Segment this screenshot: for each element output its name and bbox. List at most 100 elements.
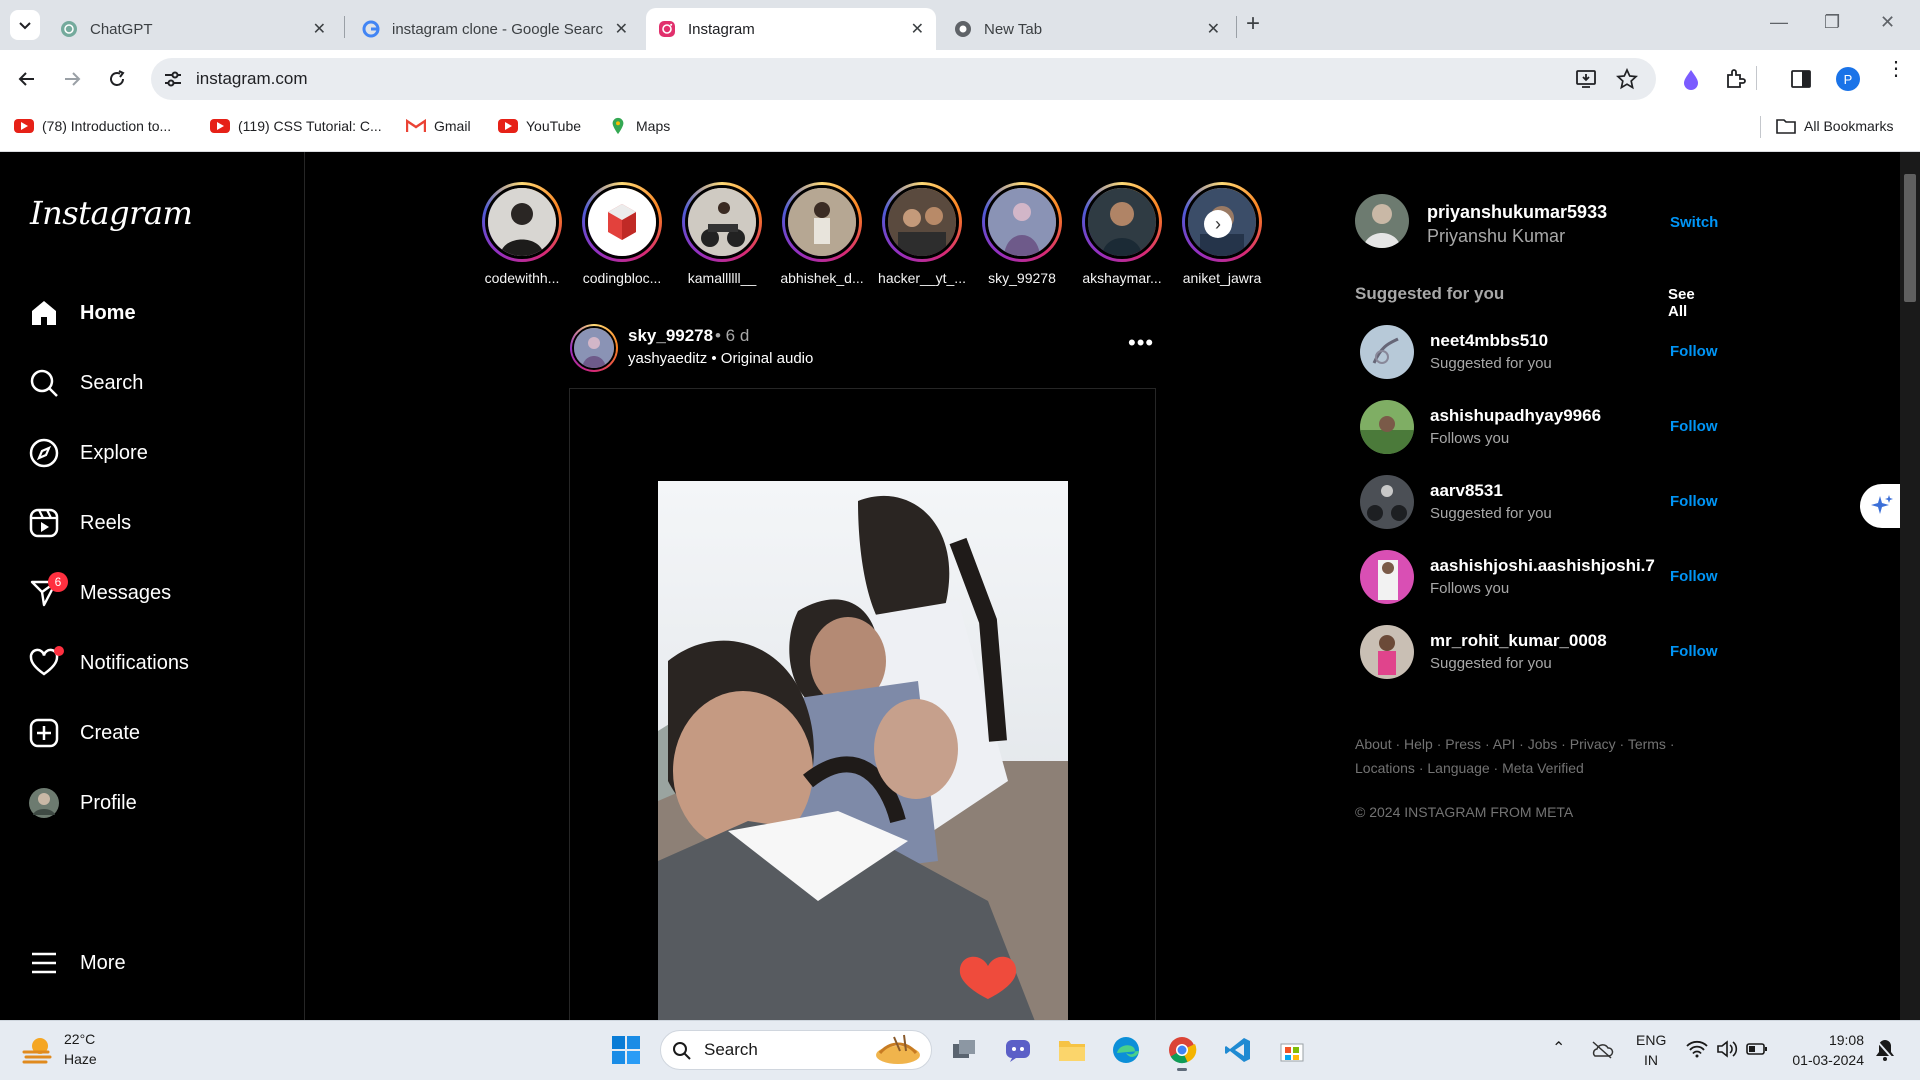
close-icon[interactable]: ✕	[313, 19, 326, 39]
tab-divider	[344, 16, 345, 38]
avatar[interactable]	[1360, 400, 1414, 454]
follow-button[interactable]: Follow	[1670, 643, 1718, 660]
extensions-icon[interactable]	[1724, 68, 1746, 90]
menu-kebab-icon[interactable]: ⋮	[1886, 59, 1906, 79]
story-item[interactable]: akshaymar...	[1072, 182, 1172, 286]
post-author-username[interactable]: sky_99278	[628, 326, 713, 346]
close-window-button[interactable]: ✕	[1880, 12, 1895, 33]
post-author-avatar[interactable]	[570, 324, 618, 372]
footer-links-row[interactable]: About · Help · Press · API · Jobs · Priv…	[1355, 736, 1674, 752]
sidebar-item-home[interactable]: Home	[28, 288, 278, 338]
sidebar-item-notifications[interactable]: Notifications	[28, 638, 278, 688]
weather-haze-icon[interactable]	[20, 1032, 56, 1068]
ai-assistant-button[interactable]	[1860, 484, 1900, 528]
clock-time[interactable]: 19:08	[1784, 1032, 1864, 1048]
back-button[interactable]	[12, 64, 42, 94]
reload-button[interactable]	[102, 64, 132, 94]
tab-new-tab[interactable]: New Tab ✕	[942, 8, 1232, 50]
tray-chevron-up-icon[interactable]: ⌃	[1552, 1038, 1565, 1058]
language-code[interactable]: ENG	[1636, 1032, 1666, 1048]
tab-instagram[interactable]: Instagram ✕	[646, 8, 936, 50]
instagram-logo[interactable]: Instagram	[30, 194, 193, 232]
windows-start-icon[interactable]	[610, 1034, 642, 1066]
story-username: aniket_jawra	[1182, 270, 1262, 286]
microsoft-store-icon[interactable]	[1276, 1034, 1308, 1066]
notification-bell-icon[interactable]	[1874, 1038, 1896, 1062]
current-user-username[interactable]: priyanshukumar5933	[1427, 202, 1607, 223]
suggestion-username[interactable]: ashishupadhyay9966	[1430, 406, 1601, 426]
follow-button[interactable]: Follow	[1670, 568, 1718, 585]
wifi-icon[interactable]	[1686, 1040, 1708, 1058]
onedrive-offline-icon[interactable]	[1590, 1040, 1614, 1060]
tab-search-button[interactable]	[10, 10, 40, 40]
battery-icon[interactable]	[1746, 1042, 1768, 1056]
site-info-icon[interactable]	[163, 70, 183, 88]
new-tab-button[interactable]: +	[1246, 10, 1260, 38]
sidebar-item-create[interactable]: Create	[28, 708, 278, 758]
avatar[interactable]	[1360, 550, 1414, 604]
close-icon[interactable]: ✕	[615, 19, 628, 39]
post-more-icon[interactable]: •••	[1128, 330, 1154, 356]
file-explorer-icon[interactable]	[1056, 1034, 1088, 1066]
bookmark-item[interactable]: (78) Introduction to...	[14, 116, 171, 136]
story-item[interactable]: hacker__yt_...	[872, 182, 972, 286]
restore-button[interactable]: ❐	[1824, 12, 1840, 33]
sidebar-item-search[interactable]: Search	[28, 358, 278, 408]
weather-temperature[interactable]: 22°C	[64, 1031, 95, 1047]
profile-avatar-button[interactable]: P	[1836, 67, 1860, 91]
follow-button[interactable]: Follow	[1670, 343, 1718, 360]
sidebar-item-messages[interactable]: 6 Messages	[28, 568, 278, 618]
extension-drop-icon[interactable]	[1680, 68, 1702, 90]
sidebar-item-profile[interactable]: Profile	[28, 778, 278, 828]
clock-date[interactable]: 01-03-2024	[1774, 1052, 1864, 1068]
star-icon[interactable]	[1616, 68, 1638, 90]
bookmark-youtube[interactable]: YouTube	[498, 116, 581, 136]
avatar[interactable]	[1360, 325, 1414, 379]
post-photo[interactable]	[658, 481, 1068, 1020]
story-item[interactable]: kamallllll__	[672, 182, 772, 286]
bookmark-maps[interactable]: Maps	[608, 116, 670, 136]
volume-icon[interactable]	[1716, 1040, 1738, 1058]
vscode-icon[interactable]	[1222, 1034, 1254, 1066]
all-bookmarks-button[interactable]: All Bookmarks	[1776, 116, 1893, 136]
suggestion-username[interactable]: neet4mbbs510	[1430, 331, 1548, 351]
story-item[interactable]: codewithh...	[472, 182, 572, 286]
switch-account-button[interactable]: Switch	[1670, 214, 1718, 231]
chrome-taskbar-icon[interactable]	[1166, 1034, 1198, 1066]
address-bar[interactable]	[151, 58, 1656, 100]
language-region[interactable]: IN	[1636, 1052, 1666, 1068]
edge-browser-icon[interactable]	[1110, 1034, 1142, 1066]
forward-button[interactable]	[57, 64, 87, 94]
page-scrollbar[interactable]	[1900, 152, 1920, 1020]
scrollbar-thumb[interactable]	[1904, 174, 1916, 302]
see-all-button[interactable]: See All	[1668, 286, 1715, 320]
avatar[interactable]	[1360, 625, 1414, 679]
bookmark-item[interactable]: (119) CSS Tutorial: C...	[210, 116, 382, 136]
story-item[interactable]: codingbloc...	[572, 182, 672, 286]
close-icon[interactable]: ✕	[911, 19, 924, 39]
minimize-button[interactable]: —	[1770, 12, 1788, 33]
story-item[interactable]: abhishek_d...	[772, 182, 872, 286]
tab-chatgpt[interactable]: ChatGPT ✕	[48, 8, 338, 50]
suggestion-username[interactable]: aarv8531	[1430, 481, 1503, 501]
close-icon[interactable]: ✕	[1207, 19, 1220, 39]
stories-next-button[interactable]: ›	[1204, 210, 1232, 238]
task-view-icon[interactable]	[948, 1034, 980, 1066]
current-user-avatar[interactable]	[1355, 194, 1409, 248]
suggestion-username[interactable]: mr_rohit_kumar_0008	[1430, 631, 1607, 651]
bookmark-gmail[interactable]: Gmail	[406, 116, 471, 136]
avatar[interactable]	[1360, 475, 1414, 529]
footer-links-row[interactable]: Locations · Language · Meta Verified	[1355, 760, 1584, 776]
story-item[interactable]: sky_99278	[972, 182, 1072, 286]
side-panel-icon[interactable]	[1790, 69, 1812, 89]
suggestion-username[interactable]: aashishjoshi.aashishjoshi.7	[1430, 556, 1655, 576]
follow-button[interactable]: Follow	[1670, 418, 1718, 435]
install-app-icon[interactable]	[1575, 69, 1597, 89]
follow-button[interactable]: Follow	[1670, 493, 1718, 510]
sidebar-item-reels[interactable]: Reels	[28, 498, 278, 548]
teams-chat-icon[interactable]	[1002, 1034, 1034, 1066]
post-audio[interactable]: yashyaeditz • Original audio	[628, 350, 813, 367]
tab-google-search[interactable]: instagram clone - Google Searc ✕	[350, 8, 640, 50]
sidebar-item-explore[interactable]: Explore	[28, 428, 278, 478]
sidebar-item-more[interactable]: More	[28, 938, 278, 988]
